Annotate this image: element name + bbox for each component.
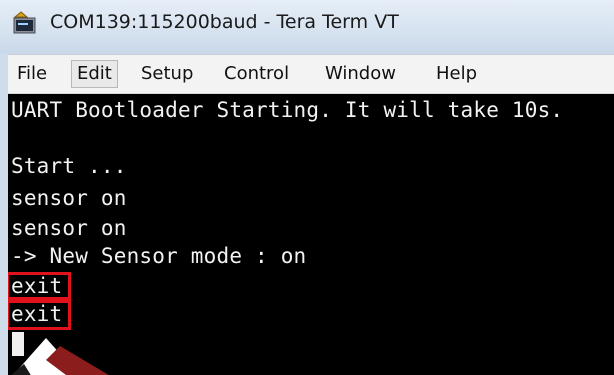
menu-control[interactable]: Control [219, 60, 294, 88]
window-frame-left [0, 54, 8, 375]
terminal-line: Start ... [11, 154, 127, 178]
menu-setup[interactable]: Setup [136, 60, 198, 88]
menu-help[interactable]: Help [431, 60, 482, 88]
terminal-line: -> New Sensor mode : on [11, 244, 307, 268]
terminal-app-icon [13, 11, 36, 34]
highlight-box-exit-1 [8, 272, 71, 300]
terminal-line: sensor on [11, 186, 127, 210]
tera-term-window: COM139:115200baud - Tera Term VT File Ed… [0, 0, 614, 375]
menu-window[interactable]: Window [320, 60, 401, 88]
terminal-line: UART Bootloader Starting. It will take 1… [11, 98, 564, 122]
watermark-graphic [11, 338, 109, 375]
menu-file[interactable]: File [12, 60, 52, 88]
terminal-line: sensor on [11, 216, 127, 240]
highlight-box-exit-2 [8, 300, 71, 330]
window-title: COM139:115200baud - Tera Term VT [50, 11, 399, 33]
title-bar[interactable]: COM139:115200baud - Tera Term VT [0, 0, 614, 54]
menu-edit[interactable]: Edit [71, 60, 118, 88]
menu-bar: File Edit Setup Control Window Help [8, 54, 614, 94]
